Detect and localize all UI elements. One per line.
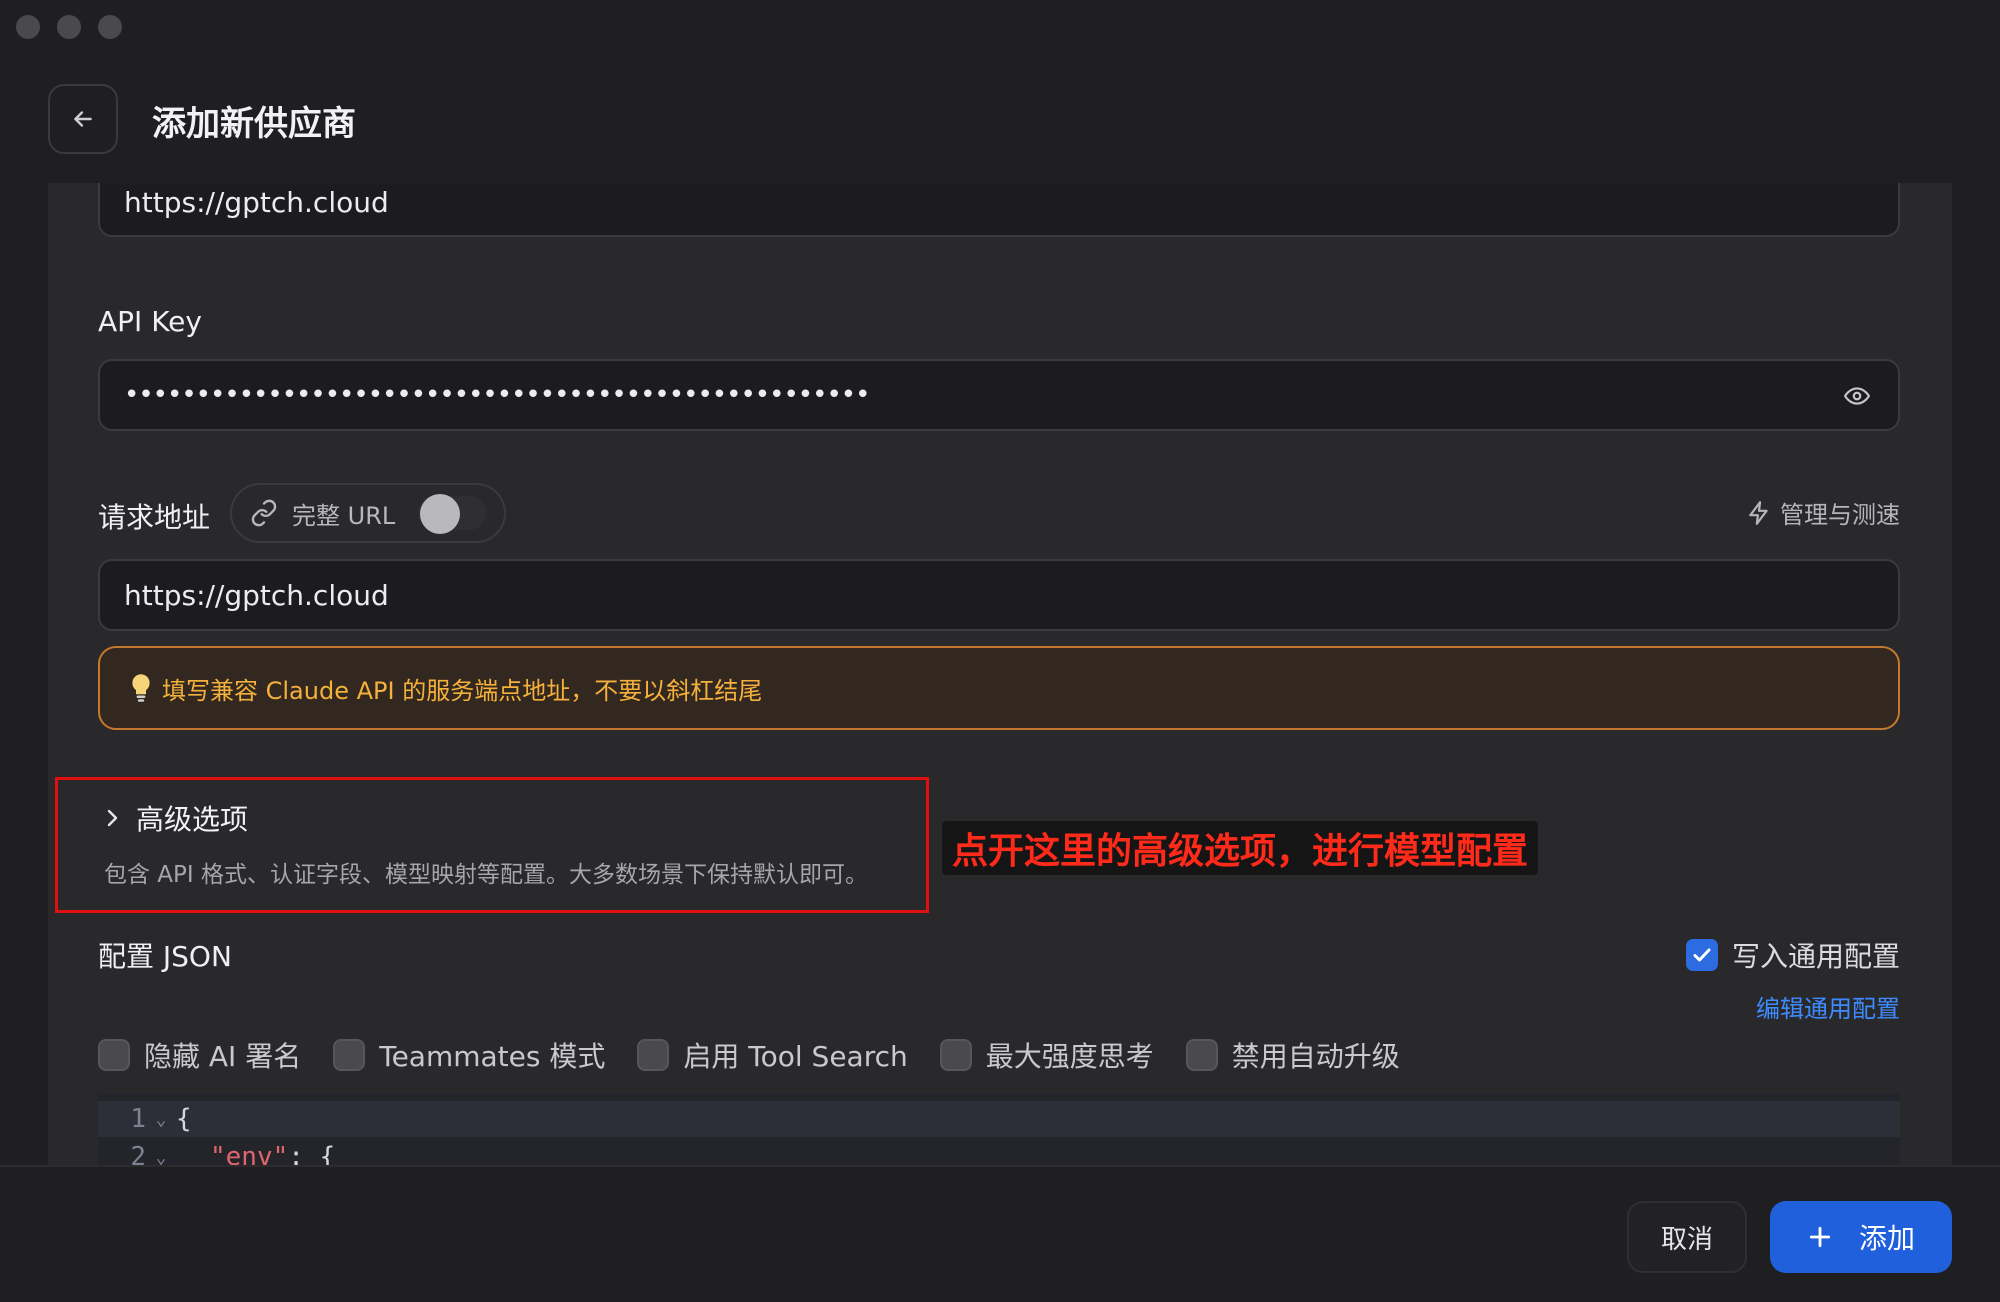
fold-chevron-icon[interactable]: ⌄ — [146, 1109, 176, 1130]
fold-chevron-icon[interactable]: ⌄ — [146, 1147, 176, 1166]
advanced-options-toggle[interactable]: 高级选项 — [102, 798, 248, 838]
eye-icon[interactable] — [1842, 383, 1872, 416]
code-line: 1 ⌄ { — [98, 1101, 1900, 1137]
checkbox-unchecked[interactable] — [637, 1039, 670, 1071]
full-url-switch[interactable] — [418, 494, 486, 534]
advanced-options-title: 高级选项 — [136, 803, 249, 836]
option-max-thinking[interactable]: 最大强度思考 — [939, 1035, 1154, 1075]
add-button[interactable]: 添加 — [1770, 1201, 1952, 1273]
edit-common-config-link[interactable]: 编辑通用配置 — [1756, 989, 1900, 1024]
option-disable-auto-upgrade[interactable]: 禁用自动升级 — [1185, 1035, 1400, 1075]
advanced-options-highlight: 高级选项 包含 API 格式、认证字段、模型映射等配置。大多数场景下保持默认即可… — [55, 777, 929, 913]
website-input[interactable]: https://gptch.cloud — [98, 183, 1900, 237]
config-json-title: 配置 JSON — [98, 940, 232, 973]
back-button[interactable] — [48, 84, 118, 154]
checkmark-icon — [1693, 948, 1711, 962]
checkbox-checked[interactable] — [1685, 939, 1718, 971]
request-url-label: 请求地址 — [98, 501, 211, 534]
lightbulb-icon — [132, 674, 150, 702]
option-enable-tool-search[interactable]: 启用 Tool Search — [637, 1035, 908, 1075]
cancel-button[interactable]: 取消 — [1627, 1201, 1747, 1273]
switch-knob — [420, 494, 460, 534]
footer-bar: 取消 添加 — [0, 1165, 2000, 1302]
chevron-right-icon — [107, 809, 118, 827]
website-input-value: https://gptch.cloud — [124, 185, 389, 219]
link-icon — [251, 499, 277, 527]
api-key-input[interactable]: ••••••••••••••••••••••••••••••••••••••••… — [98, 359, 1900, 431]
close-window-dot[interactable] — [16, 15, 40, 39]
code-key: "env" — [210, 1142, 289, 1165]
json-code-editor[interactable]: 1 ⌄ { 2 ⌄ "env" : { — [98, 1093, 1900, 1165]
checkbox-unchecked[interactable] — [939, 1039, 972, 1071]
annotation-callout: 点开这里的高级选项，进行模型配置 — [942, 821, 1539, 875]
minimize-window-dot[interactable] — [57, 15, 81, 39]
hint-text: 填写兼容 Claude API 的服务端点地址，不要以斜杠结尾 — [162, 676, 763, 705]
arrow-left-icon — [74, 111, 92, 127]
code-text: { — [176, 1104, 192, 1134]
advanced-options-description: 包含 API 格式、认证字段、模型映射等配置。大多数场景下保持默认即可。 — [104, 862, 869, 888]
checkbox-unchecked[interactable] — [333, 1039, 366, 1071]
option-label: 隐藏 AI 署名 — [144, 1040, 302, 1073]
checkbox-unchecked[interactable] — [1185, 1039, 1218, 1071]
option-label: 最大强度思考 — [985, 1040, 1154, 1073]
window-controls — [16, 15, 122, 39]
lightning-icon — [1749, 500, 1768, 525]
manage-speedtest-label: 管理与测速 — [1780, 501, 1900, 529]
config-options-row: 隐藏 AI 署名 Teammates 模式 启用 Tool Search 最大强… — [98, 1035, 1432, 1075]
maximize-window-dot[interactable] — [98, 15, 122, 39]
write-common-config-checkbox[interactable]: 写入通用配置 — [1685, 935, 1900, 975]
full-url-toggle[interactable]: 完整 URL — [230, 483, 506, 543]
code-text: : { — [288, 1142, 336, 1165]
line-number: 2 — [130, 1142, 146, 1165]
full-url-toggle-label: 完整 URL — [292, 501, 396, 530]
app-window: 添加新供应商 https://gptch.cloud API Key •••••… — [0, 0, 2000, 1302]
page-title: 添加新供应商 — [152, 104, 356, 144]
plus-icon — [1809, 1226, 1831, 1248]
add-button-label: 添加 — [1858, 1222, 1915, 1255]
hint-banner: 填写兼容 Claude API 的服务端点地址，不要以斜杠结尾 — [98, 646, 1900, 730]
code-line: 2 ⌄ "env" : { — [98, 1139, 1900, 1165]
option-hide-ai-signature[interactable]: 隐藏 AI 署名 — [98, 1035, 301, 1075]
write-common-config-label: 写入通用配置 — [1731, 940, 1900, 973]
option-teammates-mode[interactable]: Teammates 模式 — [333, 1035, 605, 1075]
form-panel: https://gptch.cloud API Key ••••••••••••… — [48, 183, 1952, 1165]
request-url-input[interactable]: https://gptch.cloud — [98, 559, 1900, 631]
request-url-value: https://gptch.cloud — [124, 578, 389, 612]
checkbox-unchecked[interactable] — [98, 1039, 130, 1071]
option-label: 启用 Tool Search — [683, 1040, 908, 1073]
line-number: 1 — [130, 1104, 146, 1134]
option-label: 禁用自动升级 — [1231, 1040, 1400, 1073]
api-key-label: API Key — [98, 305, 202, 338]
option-label: Teammates 模式 — [379, 1040, 606, 1073]
api-key-masked-value: ••••••••••••••••••••••••••••••••••••••••… — [124, 380, 870, 410]
manage-speedtest-button[interactable]: 管理与测速 — [1746, 495, 1900, 530]
